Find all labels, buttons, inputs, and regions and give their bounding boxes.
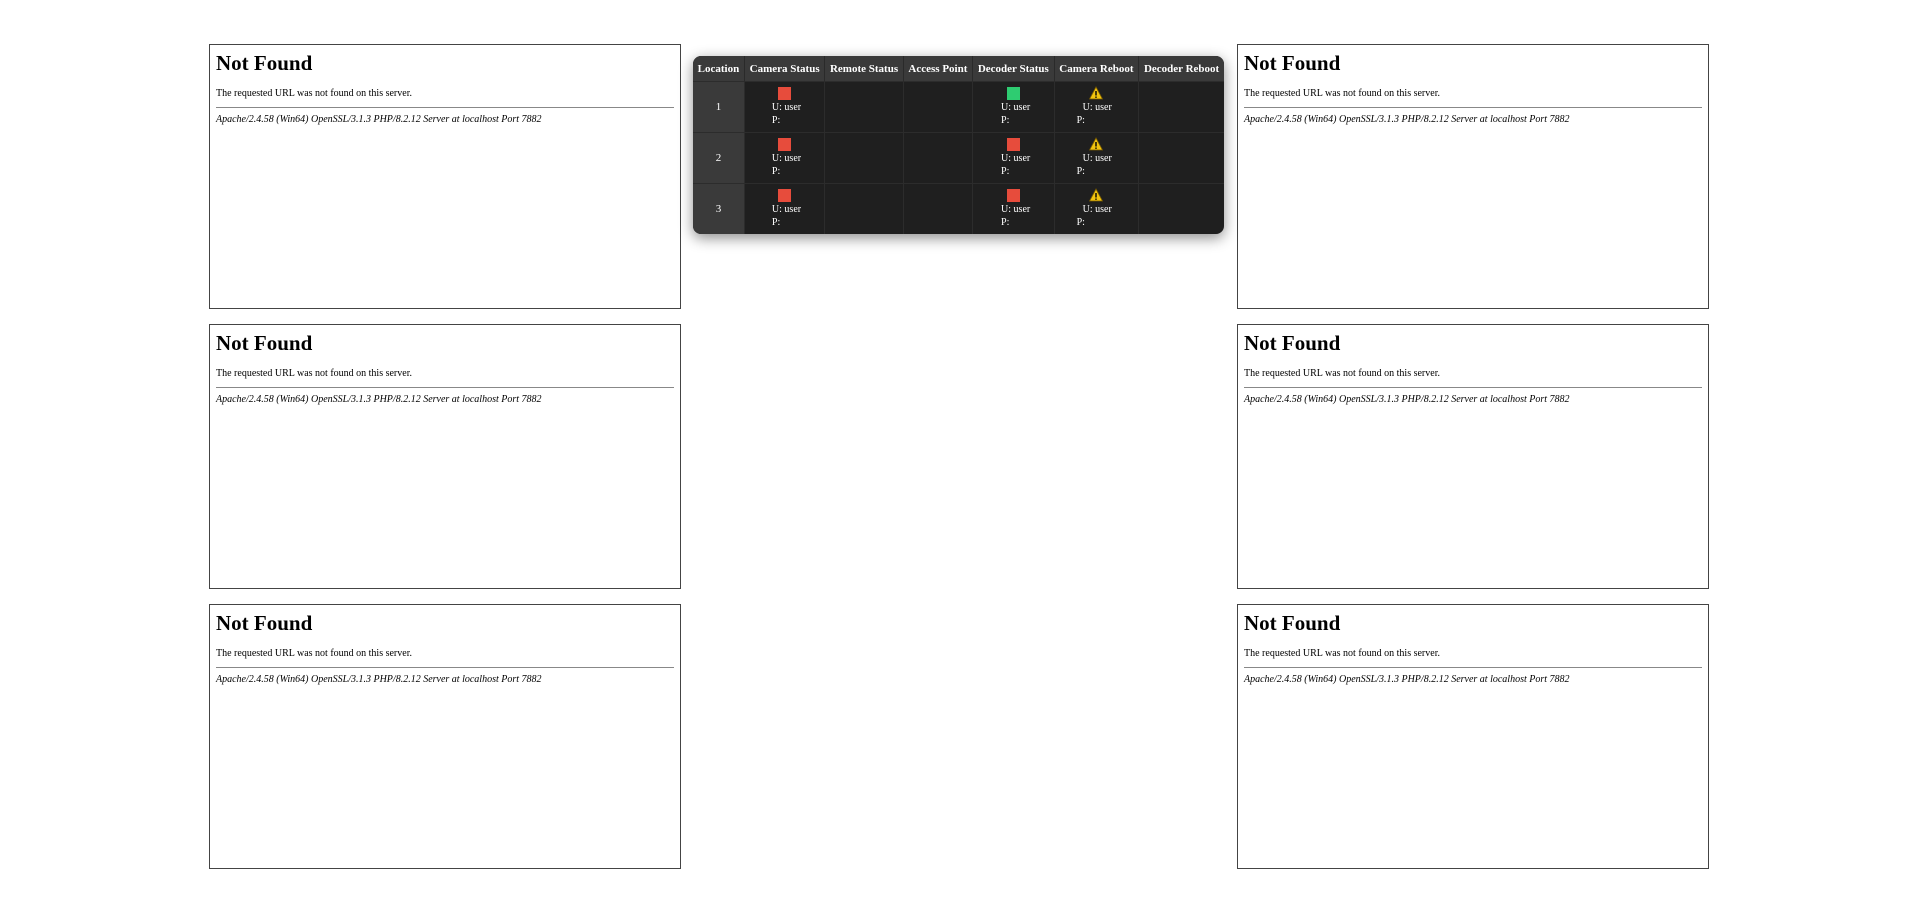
camera-frame-left-3: Not Found The requested URL was not foun… [209,604,681,869]
table-row: 1 U: user P: U: user P: U: user P: [693,81,1224,133]
reboot-pass: P: [1076,115,1085,126]
reboot-pass: P: [1076,217,1085,228]
header-camera-status: Camera Status [744,56,826,82]
error-title: Not Found [1244,51,1341,75]
access-point-cell [903,132,974,184]
divider [216,107,674,108]
access-point-cell [903,81,974,133]
decoder-reboot-cell [1138,81,1224,133]
divider [1244,667,1702,668]
error-title: Not Found [1244,611,1341,635]
remote-status-cell [824,132,904,184]
server-signature: Apache/2.4.58 (Win64) OpenSSL/3.1.3 PHP/… [1244,114,1570,125]
camera-frame-left-2: Not Found The requested URL was not foun… [209,324,681,589]
server-signature: Apache/2.4.58 (Win64) OpenSSL/3.1.3 PHP/… [1244,674,1570,685]
decoder-pass: P: [1001,115,1010,126]
decoder-status-indicator[interactable] [1007,189,1021,202]
error-message: The requested URL was not found on this … [216,648,412,659]
status-table: Location Camera Status Remote Status Acc… [693,56,1224,234]
error-message: The requested URL was not found on this … [1244,368,1440,379]
error-message: The requested URL was not found on this … [1244,88,1440,99]
table-header-row: Location Camera Status Remote Status Acc… [693,56,1224,82]
remote-status-cell [824,183,904,234]
server-signature: Apache/2.4.58 (Win64) OpenSSL/3.1.3 PHP/… [216,114,542,125]
location-cell: 3 [693,183,745,234]
warning-icon[interactable] [1088,137,1103,151]
error-title: Not Found [1244,331,1341,355]
reboot-user: U: user [1082,204,1112,215]
location-cell: 2 [693,132,745,184]
camera-status-indicator[interactable] [777,189,791,202]
server-signature: Apache/2.4.58 (Win64) OpenSSL/3.1.3 PHP/… [216,674,542,685]
decoder-status-cell[interactable]: U: user P: [972,132,1055,184]
remote-status-cell [824,81,904,133]
header-camera-reboot: Camera Reboot [1054,56,1140,82]
decoder-user: U: user [1001,102,1031,113]
decoder-reboot-cell [1138,132,1224,184]
camera-frame-right-2: Not Found The requested URL was not foun… [1237,324,1709,589]
header-decoder-reboot: Decoder Reboot [1138,56,1224,82]
camera-frame-right-3: Not Found The requested URL was not foun… [1237,604,1709,869]
decoder-pass: P: [1001,166,1010,177]
camera-pass: P: [771,166,781,177]
divider [216,667,674,668]
header-location: Location [693,56,745,82]
decoder-reboot-cell [1138,183,1224,234]
error-title: Not Found [216,331,313,355]
decoder-status-cell[interactable]: U: user P: [972,183,1055,234]
reboot-pass: P: [1076,166,1085,177]
decoder-status-indicator[interactable] [1007,87,1021,100]
reboot-user: U: user [1082,153,1112,164]
camera-status-cell[interactable]: U: user P: [744,183,826,234]
warning-icon[interactable] [1088,188,1103,202]
error-title: Not Found [216,611,313,635]
camera-status-cell[interactable]: U: user P: [744,81,826,133]
camera-frame-left-1: Not Found The requested URL was not foun… [209,44,681,309]
header-decoder-status: Decoder Status [972,56,1055,82]
error-message: The requested URL was not found on this … [216,368,412,379]
warning-icon[interactable] [1088,86,1103,100]
access-point-cell [903,183,974,234]
location-cell: 1 [693,81,745,133]
camera-reboot-cell[interactable]: U: user P: [1054,183,1140,234]
error-message: The requested URL was not found on this … [216,88,412,99]
camera-reboot-cell[interactable]: U: user P: [1054,132,1140,184]
decoder-user: U: user [1001,153,1031,164]
divider [1244,107,1702,108]
status-panel: Location Camera Status Remote Status Acc… [693,56,1224,234]
table-row: 3 U: user P: U: user P: U: user P: [693,183,1224,234]
camera-user: U: user [771,153,802,164]
camera-user: U: user [771,102,802,113]
table-row: 2 U: user P: U: user P: U: user P: [693,132,1224,184]
camera-status-indicator[interactable] [777,138,791,151]
server-signature: Apache/2.4.58 (Win64) OpenSSL/3.1.3 PHP/… [216,394,542,405]
reboot-user: U: user [1082,102,1112,113]
header-access-point: Access Point [903,56,974,82]
decoder-pass: P: [1001,217,1010,228]
decoder-status-cell[interactable]: U: user P: [972,81,1055,133]
error-title: Not Found [216,51,313,75]
error-message: The requested URL was not found on this … [1244,648,1440,659]
camera-status-indicator[interactable] [777,87,791,100]
decoder-status-indicator[interactable] [1007,138,1021,151]
divider [216,387,674,388]
camera-frame-right-1: Not Found The requested URL was not foun… [1237,44,1709,309]
camera-reboot-cell[interactable]: U: user P: [1054,81,1140,133]
header-remote-status: Remote Status [824,56,904,82]
decoder-user: U: user [1001,204,1031,215]
divider [1244,387,1702,388]
camera-user: U: user [771,204,802,215]
server-signature: Apache/2.4.58 (Win64) OpenSSL/3.1.3 PHP/… [1244,394,1570,405]
camera-status-cell[interactable]: U: user P: [744,132,826,184]
camera-pass: P: [771,115,781,126]
camera-pass: P: [771,217,781,228]
